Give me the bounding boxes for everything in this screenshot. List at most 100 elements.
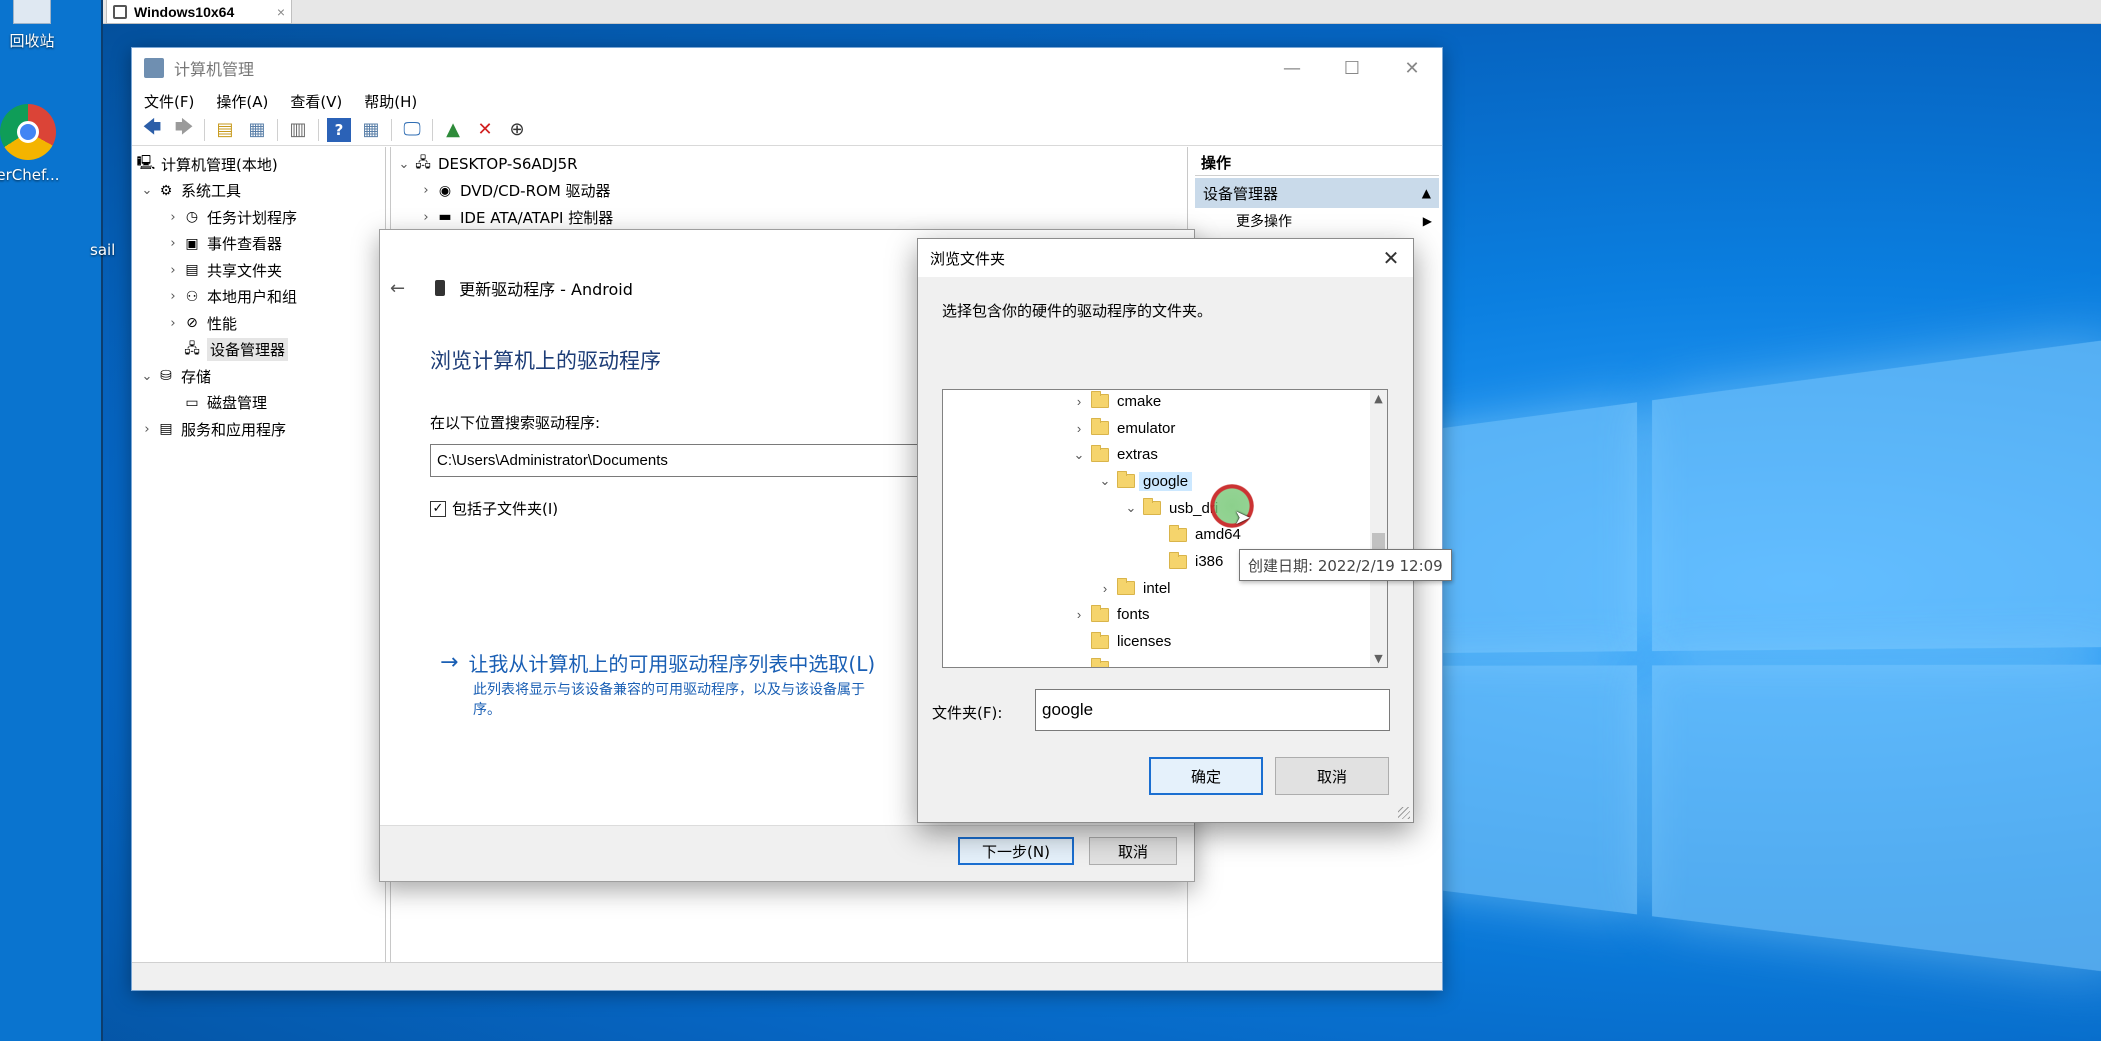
folder-icon (1169, 551, 1187, 569)
tree-item-services-apps[interactable]: › ▤ 服务和应用程序 (132, 416, 385, 443)
menu-help[interactable]: 帮助(H) (364, 91, 417, 112)
back-arrow-icon[interactable]: ← (390, 278, 405, 299)
scroll-up-icon[interactable]: ▲ (1370, 390, 1387, 407)
folder-item-emulator[interactable]: › emulator (943, 415, 1175, 442)
actions-more[interactable]: 更多操作 ▶ (1192, 208, 1442, 234)
folder-item-partial (943, 655, 1117, 667)
arrow-right-icon: → (440, 650, 459, 675)
forward-arrow-icon[interactable]: 🡆 (172, 117, 196, 142)
tree-item-task-scheduler[interactable]: › ◷ 任务计划程序 (132, 204, 385, 231)
include-subfolders-checkbox[interactable]: ✓ 包括子文件夹(I) (430, 498, 558, 519)
tree-item-storage[interactable]: ⌄ ⛁ 存储 (132, 363, 385, 390)
update-driver-icon[interactable]: ▲ (441, 118, 465, 142)
folder-item-usb-driver[interactable]: ⌄ usb_dri (943, 495, 1218, 522)
chevron-right-icon[interactable]: › (164, 316, 182, 331)
chrome-icon (0, 104, 56, 160)
chevron-right-icon[interactable]: › (164, 289, 182, 304)
minimize-button[interactable]: — (1262, 48, 1322, 88)
shared-folders-icon: ▤ (185, 262, 199, 279)
tree-item-local-users[interactable]: › ⚇ 本地用户和组 (132, 284, 385, 311)
uninstall-icon[interactable]: ✕ (473, 118, 497, 142)
ok-button[interactable]: 确定 (1149, 757, 1263, 795)
folder-field-label: 文件夹(F): (932, 704, 1003, 722)
folder-icon (1143, 498, 1161, 516)
chevron-right-icon[interactable]: › (1067, 394, 1091, 409)
menu-file[interactable]: 文件(F) (144, 91, 194, 112)
folder-item-licenses[interactable]: licenses (943, 628, 1171, 655)
help-icon[interactable]: ? (327, 117, 351, 142)
chevron-down-icon[interactable]: ⌄ (1119, 500, 1143, 516)
disable-device-icon[interactable]: ⊕ (505, 118, 529, 142)
folder-icon (1091, 604, 1109, 622)
chevron-right-icon[interactable]: › (164, 263, 182, 278)
chevron-right-icon[interactable]: › (1067, 421, 1091, 436)
console-tree-icon[interactable]: ▦ (245, 118, 269, 142)
folder-item-fonts[interactable]: › fonts (943, 602, 1150, 629)
recycle-bin-shortcut[interactable]: 回收站 (0, 0, 72, 51)
wizard-title: 更新驱动程序 - Android (459, 280, 633, 299)
chevron-right-icon[interactable]: › (138, 422, 156, 437)
folder-tree-scrollbar[interactable]: ▲ ▼ (1370, 390, 1387, 667)
tree-item-event-viewer[interactable]: › ▣ 事件查看器 (132, 231, 385, 258)
folder-item-amd64[interactable]: amd64 (943, 522, 1241, 549)
maximize-button[interactable]: ☐ (1322, 48, 1382, 88)
driver-path-input[interactable]: C:\Users\Administrator\Documents (430, 444, 970, 477)
tree-item-shared-folders[interactable]: › ▤ 共享文件夹 (132, 257, 385, 284)
sail-shortcut[interactable]: sail (90, 241, 130, 259)
monitor-icon[interactable]: 🖵 (400, 118, 424, 142)
device-category-ide[interactable]: › ▬ IDE ATA/ATAPI 控制器 (391, 204, 1187, 231)
folder-item-extras[interactable]: ⌄ extras (943, 441, 1158, 468)
folder-icon (1091, 631, 1109, 649)
folder-item-google[interactable]: ⌄ google (943, 468, 1193, 495)
pick-from-list-link[interactable]: → 让我从计算机上的可用驱动程序列表中选取(L) (440, 648, 875, 677)
vm-tab[interactable]: Windows10x64 × (106, 0, 292, 24)
chevron-down-icon[interactable]: ⌄ (1067, 447, 1091, 463)
console-tree: 🖳 计算机管理(本地) ⌄ ⚙ 系统工具 › ◷ 任务计划程序 › ▣ 事件查看… (132, 147, 386, 962)
tree-item-device-manager[interactable]: 🖧 设备管理器 (132, 337, 385, 364)
wizard-cancel-button[interactable]: 取消 (1089, 837, 1177, 865)
chevron-right-icon[interactable]: › (164, 236, 182, 251)
chevron-down-icon[interactable]: ⌄ (395, 157, 413, 172)
tree-item-system-tools[interactable]: ⌄ ⚙ 系统工具 (132, 178, 385, 205)
resize-grip[interactable] (1398, 807, 1410, 819)
menu-view[interactable]: 查看(V) (290, 91, 342, 112)
device-root[interactable]: ⌄ 🖧 DESKTOP-S6ADJ5R (391, 151, 1187, 178)
chevron-down-icon[interactable]: ⌄ (138, 183, 156, 198)
cyberchef-label: yberChef... (0, 166, 60, 184)
chevron-down-icon[interactable]: ⌄ (1093, 473, 1117, 489)
close-icon[interactable]: ✕ (1369, 246, 1413, 270)
tree-item-computer-management[interactable]: 🖳 计算机管理(本地) (132, 151, 385, 178)
folder-tooltip: 创建日期: 2022/2/19 12:09 (1239, 549, 1452, 581)
menu-action[interactable]: 操作(A) (216, 91, 268, 112)
folder-item-intel[interactable]: › intel (943, 575, 1171, 602)
checkbox-icon[interactable]: ✓ (430, 500, 446, 517)
chevron-right-icon[interactable]: › (417, 210, 435, 225)
properties-icon[interactable]: ▥ (286, 118, 310, 142)
cyberchef-shortcut[interactable]: yberChef... (0, 104, 68, 184)
chevron-right-icon[interactable]: › (1067, 607, 1091, 622)
scroll-down-icon[interactable]: ▼ (1370, 650, 1387, 667)
folder-icon (1091, 391, 1109, 409)
browse-titlebar[interactable]: 浏览文件夹 ✕ (918, 239, 1413, 277)
tree-item-performance[interactable]: › ⊘ 性能 (132, 310, 385, 337)
show-pane-icon[interactable]: ▦ (359, 118, 383, 142)
folder-name-input[interactable]: google (1035, 689, 1390, 731)
vm-tab-close-icon[interactable]: × (277, 4, 285, 20)
device-category-dvd[interactable]: › ◉ DVD/CD-ROM 驱动器 (391, 178, 1187, 205)
tree-item-disk-management[interactable]: ▭ 磁盘管理 (132, 390, 385, 417)
folder-item-cmake[interactable]: › cmake (943, 390, 1161, 415)
folder-item-i386[interactable]: i386 (943, 548, 1223, 575)
next-button[interactable]: 下一步(N) (958, 837, 1074, 865)
close-button[interactable]: ✕ (1382, 48, 1442, 88)
browse-cancel-button[interactable]: 取消 (1275, 757, 1389, 795)
actions-device-manager[interactable]: 设备管理器 ▲ (1195, 178, 1439, 208)
vm-icon (113, 4, 127, 19)
chevron-down-icon[interactable]: ⌄ (138, 369, 156, 384)
collapse-triangle-icon[interactable]: ▲ (1422, 186, 1431, 200)
cm-titlebar[interactable]: 计算机管理 — ☐ ✕ (132, 48, 1442, 88)
back-arrow-icon[interactable]: 🡄 (140, 117, 164, 142)
up-folder-icon[interactable]: ▤ (213, 118, 237, 142)
chevron-right-icon[interactable]: › (164, 210, 182, 225)
chevron-right-icon[interactable]: › (417, 183, 435, 198)
chevron-right-icon[interactable]: › (1093, 581, 1117, 596)
